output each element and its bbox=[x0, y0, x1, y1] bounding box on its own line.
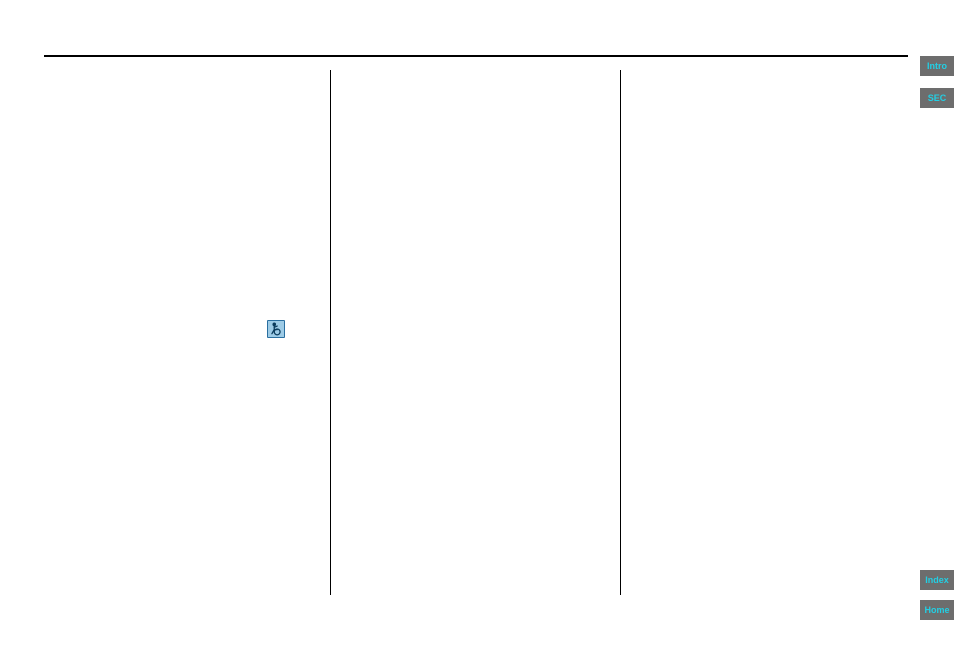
header-rule bbox=[44, 55, 908, 57]
nav-sec-button[interactable]: SEC bbox=[920, 88, 954, 108]
nav-index-button[interactable]: Index bbox=[920, 570, 954, 590]
column-divider-1 bbox=[330, 70, 331, 595]
nav-intro-button[interactable]: Intro bbox=[920, 56, 954, 76]
column-divider-2 bbox=[620, 70, 621, 595]
accessibility-icon[interactable] bbox=[267, 320, 285, 338]
nav-home-button[interactable]: Home bbox=[920, 600, 954, 620]
